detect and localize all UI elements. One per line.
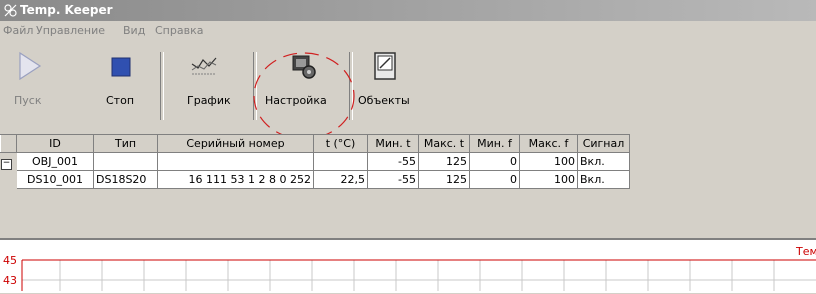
menu-bar: Файл Управление Вид Справка: [0, 21, 816, 40]
cell-temp: 22,5: [313, 170, 368, 189]
column-header[interactable]: Макс. t: [418, 134, 470, 153]
stop-icon: [111, 57, 131, 77]
column-header[interactable]: Мин. t: [367, 134, 419, 153]
column-header[interactable]: Мин. f: [469, 134, 520, 153]
cell-serial: 16 111 53 1 2 8 0 252: [157, 170, 314, 189]
graph-label: График: [187, 94, 231, 107]
column-header[interactable]: Макс. f: [519, 134, 578, 153]
temperature-chart: 45 43 Тем: [0, 238, 816, 293]
toolbar: Пуск Стоп График Настройка Объекты: [0, 40, 816, 140]
sensor-table-area: ID Тип Серийный номер t (°C) Мин. t Макс…: [0, 134, 816, 194]
cell-signal: Вкл.: [577, 152, 630, 171]
cell-max-f: 100: [519, 170, 578, 189]
cell-min-t: -55: [367, 152, 419, 171]
chart-canvas: 45 43 Тем: [3, 245, 816, 291]
cell-max-t: 125: [418, 170, 470, 189]
objects-label: Объекты: [358, 94, 410, 107]
cell-type: DS18S20: [93, 170, 158, 189]
highlight-annotation: [253, 52, 355, 140]
cell-max-f: 100: [519, 152, 578, 171]
column-header[interactable]: ID: [16, 134, 94, 153]
stop-label: Стоп: [106, 94, 135, 107]
window-title: Temp. Keeper: [20, 3, 113, 17]
cell-id: OBJ_001: [16, 152, 94, 171]
cell-min-f: 0: [469, 152, 520, 171]
table-row[interactable]: − OBJ_001 -55 125 0 100 Вкл.: [0, 152, 630, 171]
cell-signal: Вкл.: [577, 170, 630, 189]
toolbar-separator: [160, 52, 164, 120]
collapse-toggle[interactable]: −: [1, 159, 12, 170]
cell-type: [93, 152, 158, 171]
cell-temp: [313, 152, 368, 171]
row-spacer: [0, 170, 17, 189]
app-icon: [4, 4, 17, 17]
cell-serial: [157, 152, 314, 171]
stop-button[interactable]: Стоп: [98, 46, 142, 122]
chart-title: Тем: [795, 245, 816, 258]
column-header[interactable]: t (°C): [313, 134, 368, 153]
title-bar: Temp. Keeper: [0, 0, 816, 21]
y-tick-label: 43: [3, 274, 17, 287]
cell-min-t: -55: [367, 170, 419, 189]
menu-view[interactable]: Вид: [123, 24, 145, 37]
cell-id: DS10_001: [16, 170, 94, 189]
column-header[interactable]: Серийный номер: [157, 134, 314, 153]
table-row[interactable]: DS10_001 DS18S20 16 111 53 1 2 8 0 252 2…: [0, 170, 630, 189]
column-header[interactable]: Тип: [93, 134, 158, 153]
objects-button[interactable]: Объекты: [358, 46, 418, 122]
start-button[interactable]: Пуск: [8, 46, 52, 122]
menu-control[interactable]: Управление: [36, 24, 105, 37]
objects-icon: [374, 52, 396, 80]
graph-button[interactable]: График: [174, 46, 234, 122]
menu-file[interactable]: Файл: [3, 24, 33, 37]
cell-min-f: 0: [469, 170, 520, 189]
column-header[interactable]: Сигнал: [577, 134, 630, 153]
header-expander: [0, 134, 17, 153]
menu-help[interactable]: Справка: [155, 24, 203, 37]
cell-max-t: 125: [418, 152, 470, 171]
sensor-table: ID Тип Серийный номер t (°C) Мин. t Макс…: [0, 134, 630, 189]
play-icon: [19, 51, 42, 81]
start-label: Пуск: [14, 94, 42, 107]
y-tick-label: 45: [3, 254, 17, 267]
graph-icon: [191, 57, 217, 75]
table-header: ID Тип Серийный номер t (°C) Мин. t Макс…: [0, 134, 630, 153]
